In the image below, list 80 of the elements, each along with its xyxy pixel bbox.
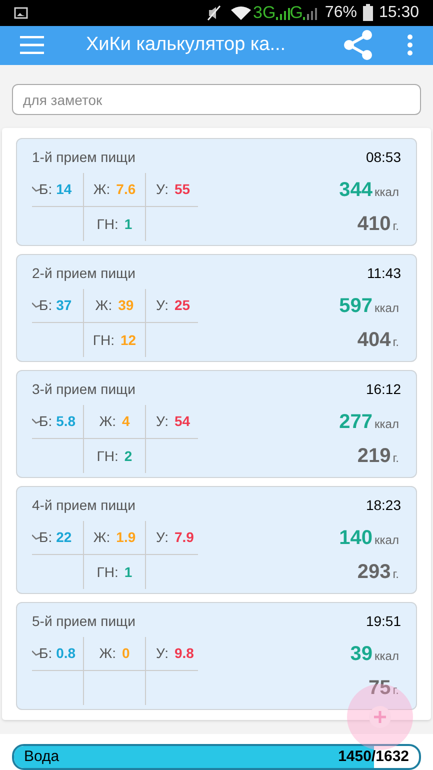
meal-card[interactable]: 4-й прием пищи 18:23 Б: 22 Ж: 1.9 У: 7.9 ГН: 1 140 ккал 293 г.: [16, 486, 417, 594]
fat-label: Ж:: [95, 296, 112, 315]
meal-card[interactable]: 5-й прием пищи 19:51 Б: 0.8 Ж: 0 У: 9.8 39 ккал 75 г.: [16, 602, 417, 710]
meal-time: 16:12: [366, 380, 401, 398]
gn-label: ГН:: [92, 330, 114, 350]
carbs-label: У:: [156, 528, 168, 547]
carbs-value: 55: [174, 180, 190, 199]
network-label: 3G: [253, 2, 276, 24]
carbs-label: У:: [156, 180, 168, 199]
protein-label: Б:: [39, 180, 52, 199]
meal-title: 3-й прием пищи: [32, 380, 136, 399]
calories-value: 39: [350, 642, 373, 667]
fat-value: 39: [118, 296, 134, 315]
protein-label: Б:: [39, 644, 52, 663]
protein-value: 14: [56, 180, 72, 199]
protein-value: 5.8: [56, 412, 76, 431]
gn-value: 1: [124, 214, 132, 234]
protein-value: 37: [56, 296, 72, 315]
meal-title: 5-й прием пищи: [32, 612, 136, 631]
calories-unit: ккал: [374, 532, 399, 549]
weight-unit: г.: [392, 450, 399, 467]
fat-label: Ж:: [99, 644, 116, 663]
protein-value: 0.8: [56, 644, 76, 663]
fat-label: Ж:: [99, 412, 116, 431]
calories-unit: ккал: [374, 416, 399, 433]
gn-value: 1: [124, 562, 132, 582]
fat-value: 1.9: [116, 528, 136, 547]
water-label: Вода: [24, 746, 60, 767]
app-title: ХиКи калькулятор ка...: [86, 33, 286, 57]
weight-unit: г.: [392, 682, 399, 699]
battery-percent: 76%: [324, 2, 357, 23]
meal-card[interactable]: 3-й прием пищи 16:12 Б: 5.8 Ж: 4 У: 54 ГН: 2 277 ккал 219 г.: [16, 370, 417, 478]
protein-label: Б:: [39, 296, 52, 315]
carbs-value: 9.8: [174, 644, 194, 663]
fat-value: 0: [122, 644, 130, 663]
gn-value: 2: [124, 446, 132, 466]
carbs-label: У:: [156, 296, 168, 315]
calories-value: 277: [339, 410, 373, 435]
notes-field[interactable]: для заметок: [12, 84, 421, 115]
gn-label: ГН:: [96, 562, 118, 582]
meal-title: 2-й прием пищи: [32, 264, 136, 283]
meal-time: 11:43: [367, 264, 401, 282]
calories-value: 597: [339, 294, 373, 319]
meal-time: 18:23: [366, 496, 401, 514]
calories-unit: ккал: [374, 184, 399, 201]
gn-label: ГН:: [96, 214, 118, 234]
fat-value: 7.6: [116, 180, 136, 199]
meal-title: 1-й прием пищи: [32, 148, 136, 167]
carbs-label: У:: [156, 412, 168, 431]
meal-time: 08:53: [366, 148, 401, 166]
carbs-value: 54: [174, 412, 190, 431]
carbs-label: У:: [156, 644, 168, 663]
calories-unit: ккал: [374, 648, 399, 665]
weight-value: 219: [357, 444, 391, 469]
network-label: G: [290, 2, 303, 24]
protein-label: Б:: [39, 528, 52, 547]
calories-value: 140: [339, 526, 373, 551]
weight-unit: г.: [392, 218, 399, 235]
carbs-value: 25: [174, 296, 190, 315]
weight-value: 75: [368, 676, 391, 701]
clock: 15:30: [378, 2, 419, 23]
weight-unit: г.: [392, 566, 399, 583]
meal-time: 19:51: [366, 612, 401, 630]
gn-label: ГН:: [96, 446, 118, 466]
weight-value: 404: [357, 328, 391, 353]
weight-unit: г.: [392, 334, 399, 351]
calories-value: 344: [339, 178, 373, 203]
meal-card[interactable]: 2-й прием пищи 11:43 Б: 37 Ж: 39 У: 25 ГН: 12 597 ккал 404 г.: [16, 254, 417, 362]
protein-label: Б:: [39, 412, 52, 431]
weight-value: 293: [357, 560, 391, 585]
weight-value: 410: [357, 212, 391, 237]
gn-value: 12: [120, 330, 136, 350]
calories-unit: ккал: [374, 300, 399, 317]
meal-card[interactable]: 1-й прием пищи 08:53 Б: 14 Ж: 7.6 У: 55 ГН: 1 344 ккал 410 г.: [16, 138, 417, 246]
fat-value: 4: [122, 412, 130, 431]
carbs-value: 7.9: [174, 528, 194, 547]
protein-value: 22: [56, 528, 72, 547]
fat-label: Ж:: [93, 528, 110, 547]
meal-title: 4-й прием пищи: [32, 496, 136, 515]
fat-label: Ж:: [93, 180, 110, 199]
